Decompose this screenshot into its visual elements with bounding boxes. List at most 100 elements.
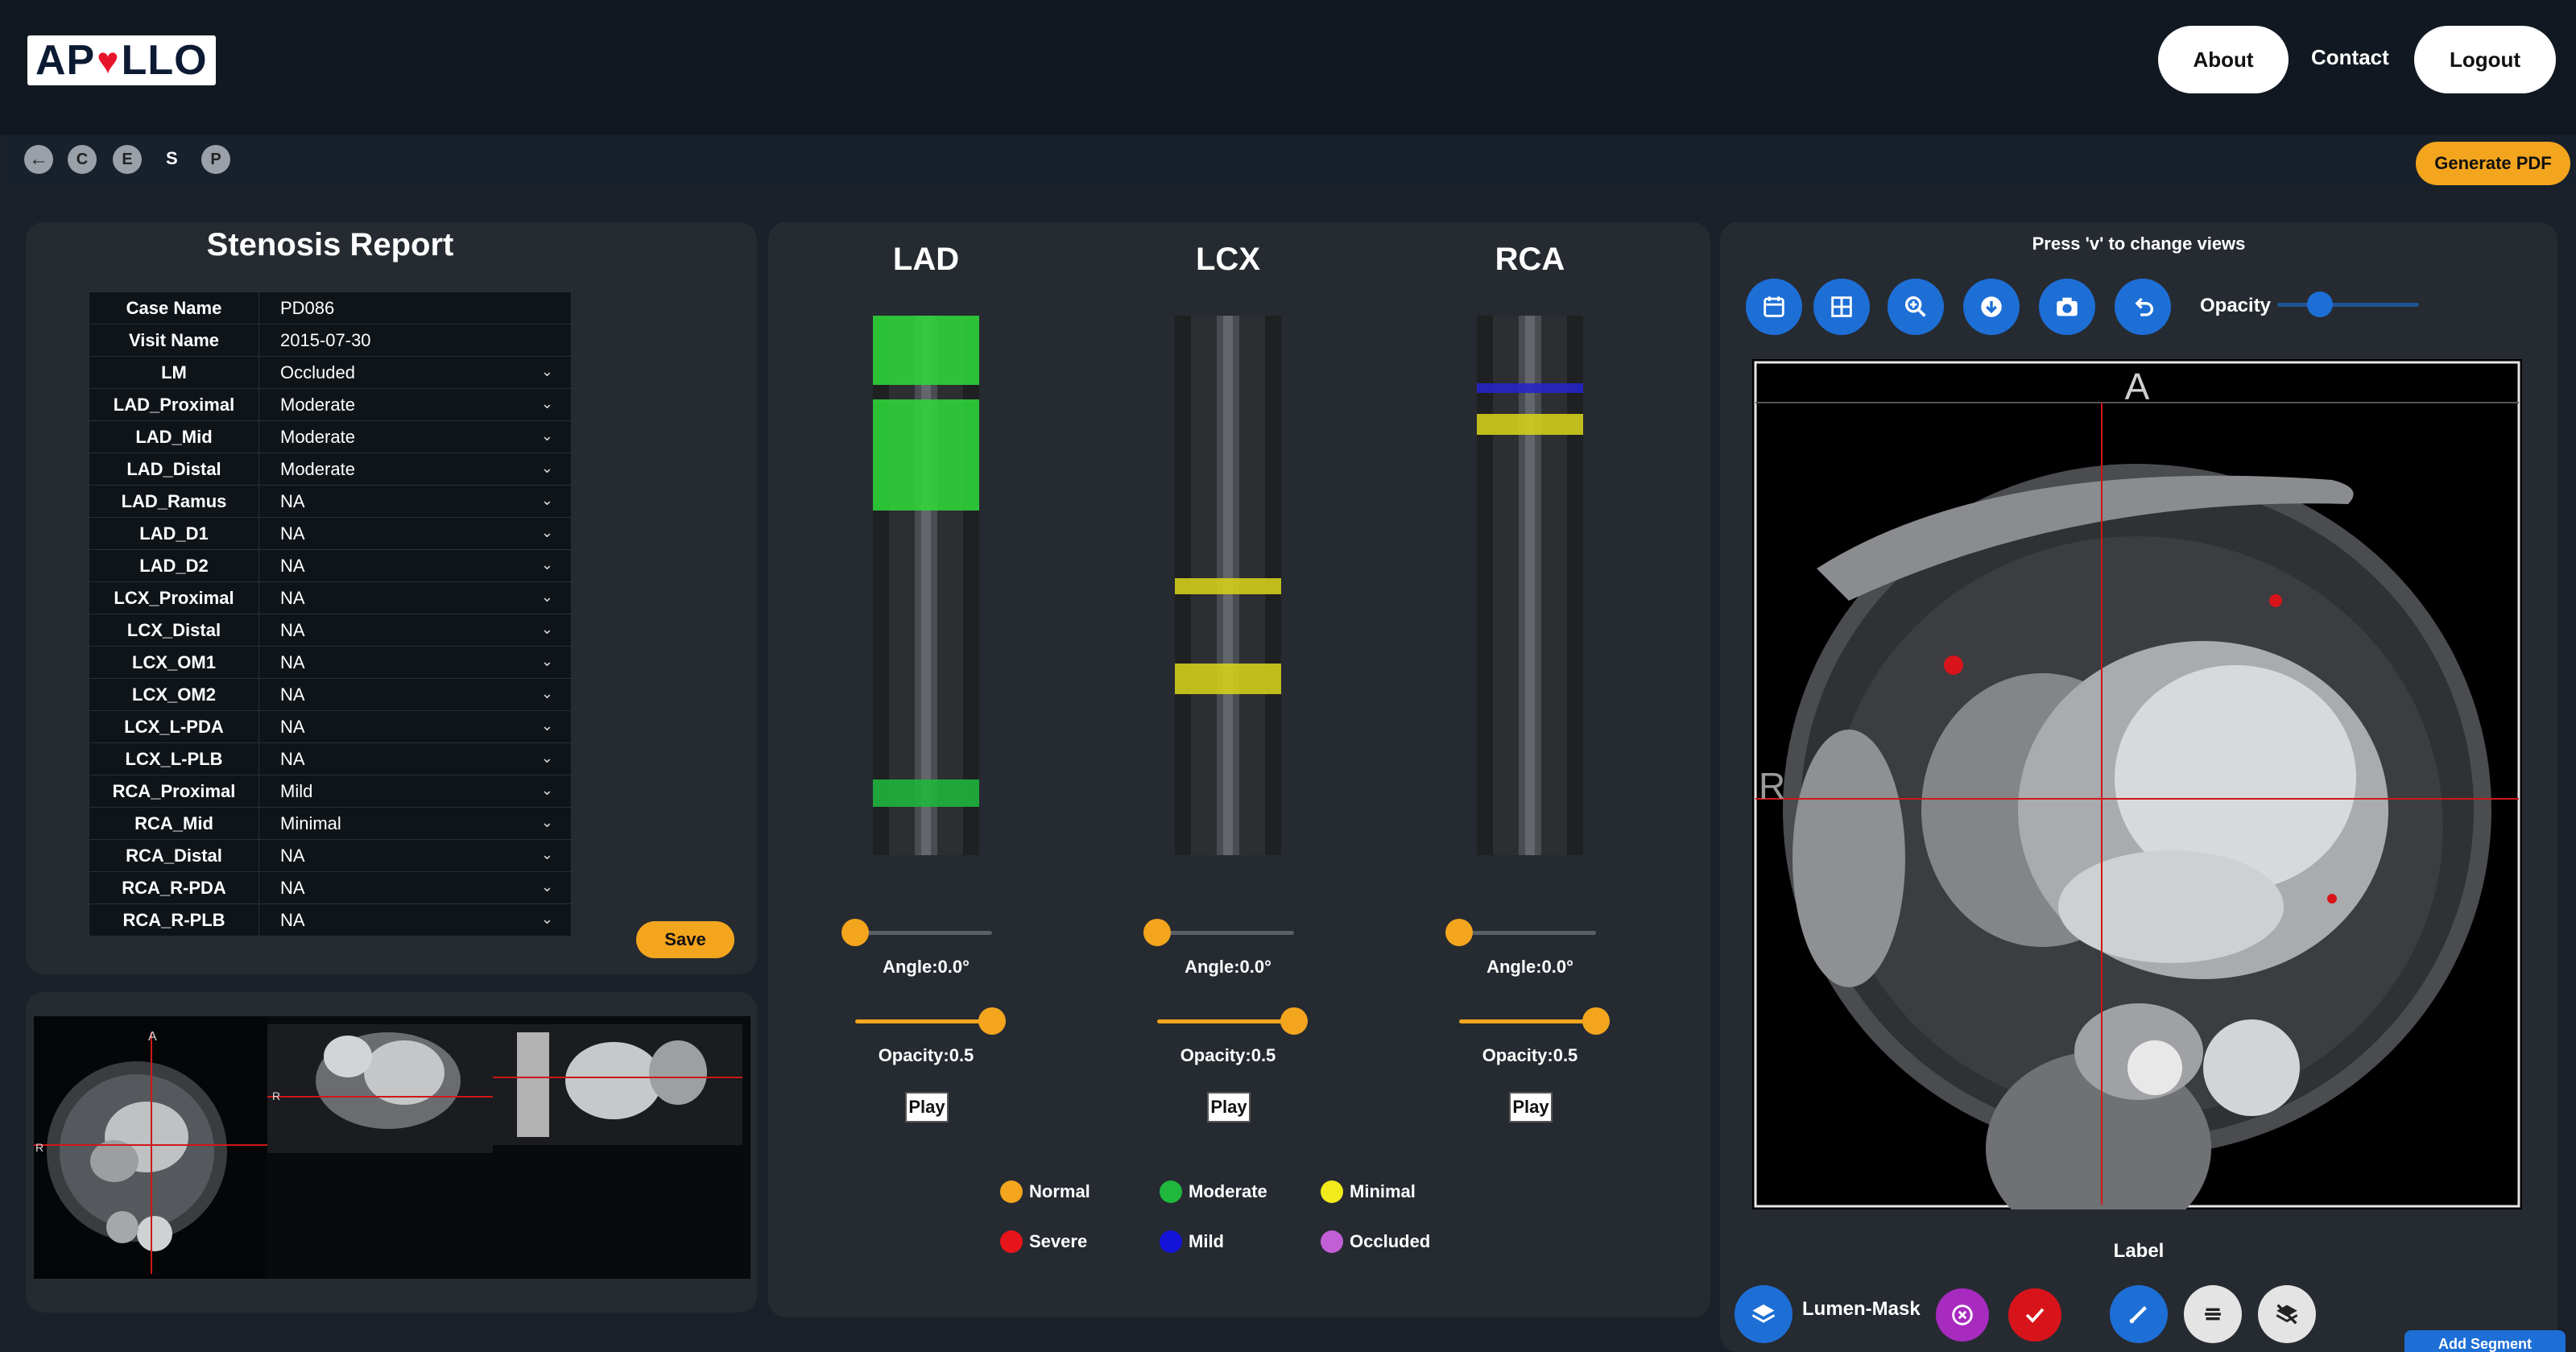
confirm-mask-button[interactable] (2008, 1288, 2061, 1342)
zoom-button[interactable] (1888, 279, 1944, 335)
report-row: LCX_Distal NA ⌄ (89, 614, 572, 647)
layers-button[interactable] (1735, 1285, 1792, 1343)
opacity-slider-lad[interactable] (855, 1019, 992, 1023)
stenosis-select[interactable]: Moderate ⌄ (258, 388, 572, 421)
opacity-knob-lcx[interactable] (1280, 1007, 1308, 1035)
vessel-image-lad[interactable] (873, 316, 979, 855)
stenosis-select[interactable]: Moderate ⌄ (258, 453, 572, 486)
play-button-rca[interactable]: Play (1509, 1092, 1553, 1123)
stenosis-select[interactable]: Minimal ⌄ (258, 807, 572, 840)
chevron-down-icon[interactable]: ⌄ (541, 879, 553, 895)
opacity-slider-rca[interactable] (1459, 1019, 1596, 1023)
about-button[interactable]: About (2158, 26, 2289, 93)
report-row: RCA_R-PLB NA ⌄ (89, 903, 572, 936)
chevron-down-icon[interactable]: ⌄ (541, 911, 553, 928)
stenosis-select[interactable]: NA ⌄ (258, 517, 572, 550)
chevron-down-icon[interactable]: ⌄ (541, 717, 553, 734)
thumbnail-views[interactable]: A R R (34, 1016, 750, 1279)
add-segment-button[interactable]: Add Segment (2404, 1330, 2566, 1352)
stenosis-select[interactable]: NA ⌄ (258, 581, 572, 614)
stenosis-select[interactable]: NA ⌄ (258, 710, 572, 743)
chevron-down-icon[interactable]: ⌄ (541, 846, 553, 863)
coronal-thumbnail[interactable]: R (267, 1024, 493, 1153)
stenosis-select[interactable]: NA ⌄ (258, 839, 572, 872)
stenosis-select[interactable]: NA ⌄ (258, 485, 572, 518)
hide-layers-button[interactable] (2258, 1285, 2316, 1343)
contact-link[interactable]: Contact (2311, 45, 2389, 70)
report-row-label: LAD_Proximal (89, 388, 259, 421)
chevron-down-icon[interactable]: ⌄ (541, 782, 553, 799)
apollo-logo[interactable]: AP ♥ LLO (27, 35, 216, 85)
chevron-down-icon[interactable]: ⌄ (541, 750, 553, 767)
chevron-down-icon[interactable]: ⌄ (541, 621, 553, 638)
report-row-value-text: NA (280, 716, 305, 737)
toolbar-p-button[interactable]: P (201, 145, 230, 174)
eraser-button[interactable] (2184, 1285, 2242, 1343)
grid-button[interactable] (1813, 279, 1870, 335)
ct-main-view[interactable]: A R (1752, 359, 2522, 1209)
layers-off-icon (2276, 1304, 2298, 1325)
stenosis-select[interactable]: Mild ⌄ (258, 775, 572, 808)
axial-thumbnail[interactable]: A R (34, 1016, 267, 1279)
report-row: LAD_Proximal Moderate ⌄ (89, 388, 572, 421)
stenosis-select[interactable]: NA ⌄ (258, 903, 572, 936)
undo-icon (2135, 297, 2153, 316)
play-button-lcx[interactable]: Play (1207, 1092, 1251, 1123)
chevron-down-icon[interactable]: ⌄ (541, 428, 553, 444)
angle-knob-lad[interactable] (841, 919, 869, 946)
report-row-value-text: Moderate (280, 426, 355, 447)
legend-label: Moderate (1189, 1181, 1267, 1201)
angle-slider-lad[interactable] (855, 931, 992, 935)
stenosis-select[interactable]: NA ⌄ (258, 646, 572, 679)
toolbar-s-button[interactable]: S (166, 148, 178, 169)
toolbar-c-button[interactable]: C (68, 145, 97, 174)
vessel-title-lcx: LCX (1196, 242, 1260, 277)
chevron-down-icon[interactable]: ⌄ (541, 524, 553, 541)
vessel-image-rca[interactable] (1477, 316, 1583, 855)
stenosis-select[interactable]: NA ⌄ (258, 742, 572, 775)
download-button[interactable] (1963, 279, 2020, 335)
calendar-button[interactable] (1746, 279, 1802, 335)
back-button[interactable]: ← (24, 145, 53, 174)
chevron-down-icon[interactable]: ⌄ (541, 363, 553, 380)
stenosis-select[interactable]: NA ⌄ (258, 678, 572, 711)
angle-slider-lcx[interactable] (1157, 931, 1294, 935)
toolbar-e-button[interactable]: E (113, 145, 142, 174)
stenosis-select[interactable]: Occluded ⌄ (258, 356, 572, 389)
stenosis-select[interactable]: NA ⌄ (258, 549, 572, 582)
opacity-slider-lcx[interactable] (1157, 1019, 1294, 1023)
chevron-down-icon[interactable]: ⌄ (541, 492, 553, 509)
play-button-lad[interactable]: Play (905, 1092, 949, 1123)
logout-button[interactable]: Logout (2414, 26, 2556, 93)
viewer-opacity-track[interactable] (2277, 303, 2419, 307)
angle-slider-rca[interactable] (1459, 931, 1596, 935)
brush-button[interactable] (2110, 1285, 2168, 1343)
chevron-down-icon[interactable]: ⌄ (541, 653, 553, 670)
chevron-down-icon[interactable]: ⌄ (541, 460, 553, 477)
sagittal-thumbnail[interactable] (493, 1024, 742, 1145)
chevron-down-icon[interactable]: ⌄ (541, 395, 553, 412)
chevron-down-icon[interactable]: ⌄ (541, 589, 553, 606)
angle-knob-rca[interactable] (1445, 919, 1473, 946)
chevron-down-icon[interactable]: ⌄ (541, 814, 553, 831)
report-row: RCA_R-PDA NA ⌄ (89, 871, 572, 904)
vessel-image-lcx[interactable] (1175, 316, 1281, 855)
report-row: LAD_D2 NA ⌄ (89, 549, 572, 582)
stenosis-select[interactable]: NA ⌄ (258, 614, 572, 647)
report-row-value: 2015-07-30 (258, 324, 572, 357)
camera-button[interactable] (2039, 279, 2095, 335)
angle-knob-lcx[interactable] (1143, 919, 1171, 946)
save-button[interactable]: Save (636, 921, 734, 958)
stenosis-select[interactable]: NA ⌄ (258, 871, 572, 904)
report-row-value: PD086 (258, 291, 572, 325)
viewer-opacity-knob[interactable] (2306, 291, 2333, 317)
opacity-knob-rca[interactable] (1582, 1007, 1610, 1035)
chevron-down-icon[interactable]: ⌄ (541, 685, 553, 702)
generate-pdf-button[interactable]: Generate PDF (2416, 142, 2570, 185)
undo-button[interactable] (2115, 279, 2171, 335)
remove-mask-button[interactable] (1936, 1288, 1989, 1342)
chevron-down-icon[interactable]: ⌄ (541, 556, 553, 573)
report-row-label: LCX_Proximal (89, 581, 259, 614)
opacity-knob-lad[interactable] (978, 1007, 1006, 1035)
stenosis-select[interactable]: Moderate ⌄ (258, 420, 572, 453)
